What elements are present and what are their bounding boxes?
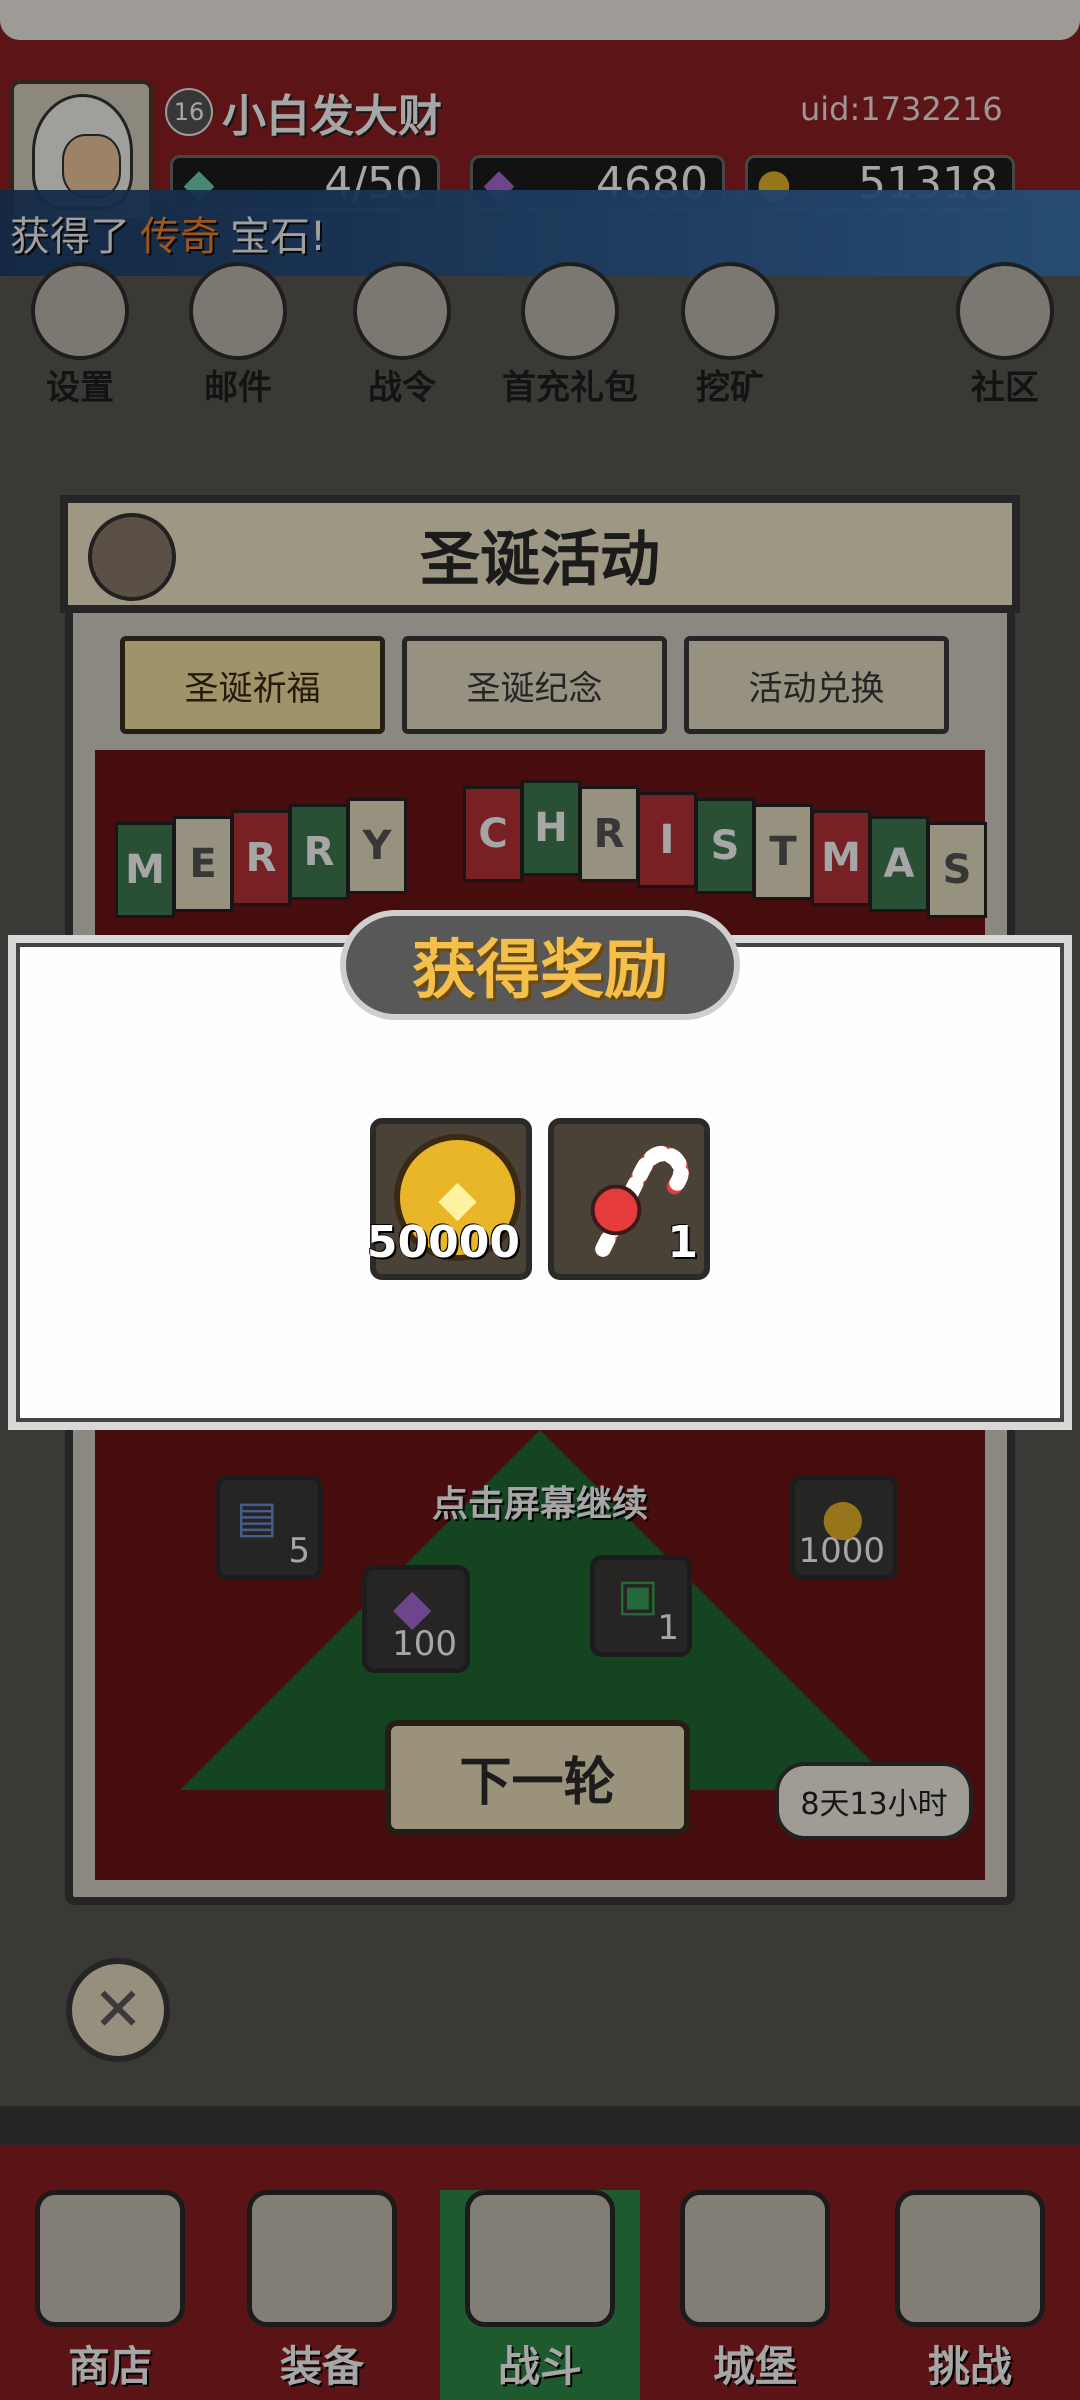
reward-item-candy-cane: 1 [548, 1118, 710, 1280]
reward-coins-amount: 50000 [366, 1217, 520, 1268]
reward-modal-title: 获得奖励 [340, 910, 740, 1020]
reward-candy-amount: 1 [667, 1217, 698, 1268]
reward-item-coins: ◆ 50000 [366, 1118, 532, 1280]
